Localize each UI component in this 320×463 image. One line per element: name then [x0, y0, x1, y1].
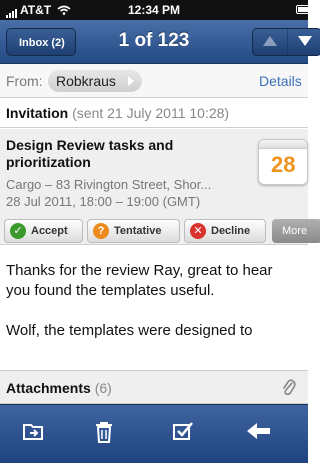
previous-message-button[interactable]	[253, 29, 288, 55]
attachments-row[interactable]: Attachments (6)	[0, 370, 308, 404]
body-line: you found the templates useful.	[6, 282, 215, 299]
folder-move-icon[interactable]	[22, 421, 44, 441]
attachments-label: Attachments (6)	[6, 380, 112, 396]
bottom-toolbar	[0, 404, 308, 463]
invitation-actions: ✓ Accept ? Tentative ✕ Decline More	[0, 217, 320, 245]
accept-label: Accept	[31, 225, 68, 237]
body-paragraph: Thanks for the review Ray, great to hear…	[6, 261, 320, 301]
invitation-location: Cargo – 83 Rivington Street, Shor...	[6, 177, 212, 192]
trash-icon[interactable]	[95, 421, 113, 443]
calendar-day: 28	[271, 152, 296, 177]
subject-row: Invitation (sent 21 July 2011 10:28)	[0, 98, 308, 128]
reply-icon[interactable]	[246, 421, 270, 441]
tentative-button[interactable]: ? Tentative	[87, 219, 180, 243]
invitation-title: Design Review tasks and prioritization	[6, 137, 174, 170]
chevron-right-icon	[127, 76, 134, 86]
sender-name: Robkraus	[56, 73, 116, 89]
body-paragraph: Wolf, the templates were designed to	[6, 322, 253, 339]
battery-icon	[296, 5, 314, 14]
check-icon: ✓	[10, 223, 26, 239]
arrow-down-icon	[298, 36, 312, 46]
paperclip-icon	[283, 379, 296, 396]
nav-bar: Inbox (2) 1 of 123	[0, 20, 320, 64]
tentative-label: Tentative	[114, 225, 162, 237]
arrow-up-icon	[263, 36, 277, 46]
decline-button[interactable]: ✕ Decline	[184, 219, 266, 243]
decline-label: Decline	[211, 225, 251, 237]
subject-line: Invitation (sent 21 July 2011 10:28)	[6, 105, 229, 121]
status-bar: AT&T 12:34 PM	[0, 0, 314, 20]
attachments-title: Attachments	[6, 380, 91, 396]
details-link[interactable]: Details	[259, 73, 302, 89]
mark-icon[interactable]	[172, 421, 194, 441]
attachments-count: (6)	[94, 380, 112, 396]
next-message-button[interactable]	[288, 29, 320, 55]
body-line: Thanks for the review Ray, great to hear	[6, 262, 273, 279]
from-row: From: Robkraus Details	[0, 64, 308, 98]
accept-button[interactable]: ✓ Accept	[4, 219, 83, 243]
status-time: 12:34 PM	[127, 3, 181, 17]
more-button[interactable]: More	[272, 219, 320, 243]
sender-chip[interactable]: Robkraus	[48, 70, 142, 92]
cross-icon: ✕	[190, 223, 206, 239]
invitation-time: 28 Jul 2011, 18:00 – 19:00 (GMT)	[6, 194, 201, 209]
message-body: Thanks for the review Ray, great to hear…	[6, 261, 320, 361]
question-icon: ?	[93, 223, 109, 239]
message-nav-segment	[252, 28, 320, 56]
calendar-icon: 28	[258, 139, 308, 185]
sent-date: (sent 21 July 2011 10:28)	[72, 105, 230, 121]
from-label: From:	[6, 73, 43, 89]
subject-title: Invitation	[6, 105, 69, 121]
